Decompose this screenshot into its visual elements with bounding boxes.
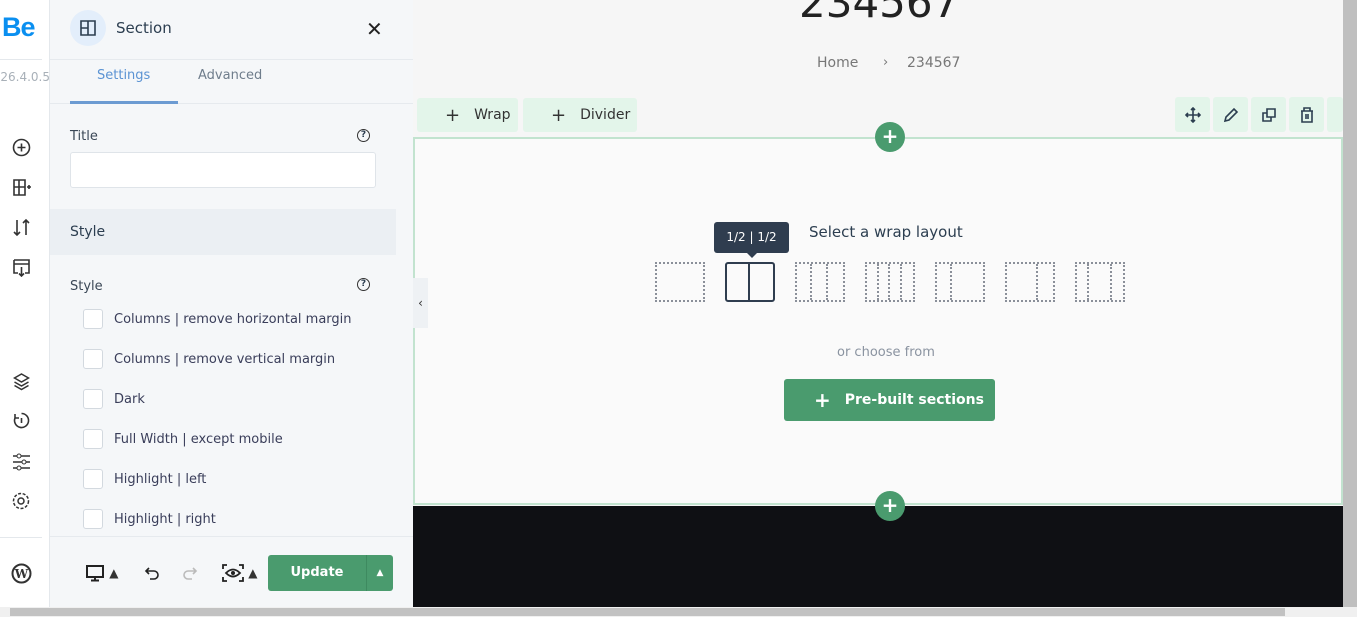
icon-rail: Be v26.4.0.5 W: [0, 0, 50, 607]
plus-icon: +: [445, 104, 461, 126]
preview-eye-icon[interactable]: ▲: [218, 555, 262, 591]
breadcrumb-home[interactable]: Home: [817, 55, 858, 71]
more-toolbar-button[interactable]: [1327, 97, 1343, 132]
plus-icon: +: [814, 388, 831, 412]
section-block: Select a wrap layout 1/2 | 1/2 or choose…: [413, 137, 1343, 505]
collapse-panel-chevron-icon[interactable]: ‹: [413, 278, 428, 328]
update-button[interactable]: Update ▲: [268, 555, 393, 591]
update-label: Update: [290, 565, 344, 580]
or-choose-label: or choose from: [837, 345, 935, 360]
vertical-scrollbar[interactable]: [1343, 0, 1357, 607]
add-divider-button[interactable]: + Divider: [523, 98, 637, 132]
svg-text:W: W: [13, 567, 28, 581]
history-icon[interactable]: [10, 409, 32, 431]
checkbox[interactable]: [83, 509, 103, 529]
panel-header: Section ✕: [50, 0, 413, 60]
divider-label: Divider: [580, 107, 631, 123]
panel-tabs: Settings Advanced: [50, 60, 413, 104]
delete-trash-icon[interactable]: [1289, 97, 1324, 132]
add-section-above-button[interactable]: +: [875, 122, 905, 152]
checkbox[interactable]: [83, 469, 103, 489]
option-label: Dark: [114, 391, 145, 407]
help-icon[interactable]: ?: [357, 129, 370, 142]
panel-footer: ▲ ▲ Update ▲: [50, 536, 413, 607]
layout-option-1-4-x4[interactable]: [865, 262, 915, 302]
plus-icon: +: [551, 104, 567, 126]
settings-gear-icon[interactable]: [10, 490, 32, 512]
checkbox[interactable]: [83, 389, 103, 409]
checkbox-option[interactable]: Highlight | right: [83, 509, 216, 529]
sliders-icon[interactable]: [10, 450, 32, 472]
checkbox-option[interactable]: Columns | remove horizontal margin: [83, 309, 352, 329]
title-input[interactable]: [70, 152, 376, 188]
layout-option-1-3-2-3[interactable]: [935, 262, 985, 302]
layout-option-1[interactable]: [655, 262, 705, 302]
tab-advanced[interactable]: Advanced: [198, 68, 262, 83]
move-icon[interactable]: [1175, 97, 1210, 132]
settings-panel: Section ✕ Settings Advanced Title ? Styl…: [50, 0, 413, 607]
wordpress-icon[interactable]: W: [10, 562, 32, 584]
layout-option-2-3-1-3[interactable]: [1005, 262, 1055, 302]
divider: [0, 537, 42, 538]
checkbox-option[interactable]: Highlight | left: [83, 469, 206, 489]
layout-option-1-4-1-2-1-4[interactable]: [1075, 262, 1125, 302]
update-options-caret[interactable]: ▲: [366, 555, 393, 591]
checkbox[interactable]: [83, 429, 103, 449]
scrollbar-thumb[interactable]: [10, 608, 1285, 616]
select-layout-heading: Select a wrap layout: [809, 223, 963, 241]
style-label: Style: [70, 279, 103, 294]
edit-pencil-icon[interactable]: [1213, 97, 1248, 132]
style-group-header[interactable]: Style: [50, 209, 396, 255]
layers-icon[interactable]: [10, 370, 32, 392]
duplicate-icon[interactable]: [1251, 97, 1286, 132]
option-label: Full Width | except mobile: [114, 431, 283, 447]
checkbox[interactable]: [83, 349, 103, 369]
page-title: 234567: [799, 0, 960, 27]
option-label: Columns | remove horizontal margin: [114, 311, 352, 327]
breadcrumb-separator: ›: [883, 55, 889, 70]
redo-icon[interactable]: [176, 555, 204, 591]
option-label: Columns | remove vertical margin: [114, 351, 336, 367]
option-label: Highlight | right: [114, 511, 216, 527]
divider: [0, 59, 42, 60]
layout-option-1-3-x3[interactable]: [795, 262, 845, 302]
close-icon[interactable]: ✕: [366, 17, 383, 41]
logo: Be: [2, 12, 36, 42]
dark-section: [413, 506, 1343, 607]
title-label: Title: [70, 129, 98, 144]
layout-tooltip: 1/2 | 1/2: [714, 222, 789, 258]
checkbox-option[interactable]: Columns | remove vertical margin: [83, 349, 335, 369]
tab-settings[interactable]: Settings: [97, 68, 150, 83]
device-preview-button[interactable]: ▲: [80, 555, 124, 591]
prebuilt-sections-button[interactable]: + Pre-built sections: [784, 379, 995, 421]
add-wrap-button[interactable]: + Wrap: [417, 98, 518, 132]
section-icon: [70, 10, 106, 46]
horizontal-scrollbar[interactable]: [0, 607, 1357, 617]
add-section-below-button[interactable]: +: [875, 491, 905, 521]
option-label: Highlight | left: [114, 471, 207, 487]
panel-title: Section: [116, 19, 172, 37]
wrap-label: Wrap: [474, 107, 511, 123]
undo-icon[interactable]: [138, 555, 166, 591]
layout-option-1-2-1-2[interactable]: [725, 262, 775, 302]
active-tab-indicator: [70, 101, 178, 104]
sort-icon[interactable]: [10, 216, 32, 238]
checkbox-option[interactable]: Dark: [83, 389, 145, 409]
checkbox[interactable]: [83, 309, 103, 329]
page-canvas: 234567 Home › 234567 + Wrap + Divider Sele…: [413, 0, 1343, 607]
breadcrumb-current: 234567: [907, 55, 961, 71]
add-wrap-icon[interactable]: [10, 176, 32, 198]
prebuilt-label: Pre-built sections: [844, 392, 984, 408]
checkbox-option[interactable]: Full Width | except mobile: [83, 429, 283, 449]
import-icon[interactable]: [10, 256, 32, 278]
version-label: v26.4.0.5: [0, 70, 50, 84]
help-icon[interactable]: ?: [357, 278, 370, 291]
add-icon[interactable]: [10, 136, 32, 158]
